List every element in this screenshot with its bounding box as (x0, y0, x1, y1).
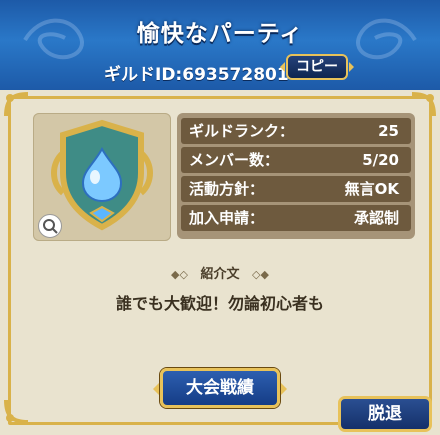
party-title: 愉快なパーティ (136, 21, 304, 47)
corner-ornament-tl (4, 92, 29, 117)
header-bar: 愉快なパーティ ギルドID:693572801 コピー (0, 0, 440, 90)
diamond-ornament-icon: ◇◆ (252, 268, 269, 281)
corner-ornament-bl (4, 399, 29, 424)
diamond-ornament-icon: ◆◇ (171, 268, 188, 281)
info-row-policy: 活動方針： 無言OK (181, 176, 411, 202)
guild-detail-panel: ギルドランク： 25 メンバー数： 5/20 活動方針： 無言OK 加入申請： … (0, 90, 440, 435)
info-value: 承認制 (353, 209, 399, 227)
info-label: 加入申請： (189, 209, 265, 227)
info-value: 5/20 (362, 151, 399, 169)
info-label: ギルドランク： (189, 122, 295, 140)
intro-text: 誰でも大歓迎！勿論初心者も (115, 294, 324, 313)
info-label: メンバー数： (189, 151, 280, 169)
info-label: 活動方針： (189, 180, 265, 198)
copy-button[interactable]: コピー (280, 54, 354, 80)
info-row-rank: ギルドランク： 25 (181, 118, 411, 144)
magnifier-icon[interactable] (38, 214, 62, 238)
info-row-members: メンバー数： 5/20 (181, 147, 411, 173)
info-value: 無言OK (344, 180, 399, 198)
intro-heading: 紹介文 (200, 267, 240, 282)
intro-heading-row: ◆◇ 紹介文 ◇◆ (0, 263, 440, 282)
guild-info-box: ギルドランク： 25 メンバー数： 5/20 活動方針： 無言OK 加入申請： … (177, 113, 415, 239)
info-value: 25 (378, 122, 399, 140)
guild-id: ギルドID:693572801 (104, 65, 289, 85)
tournament-results-button[interactable]: 大会戦績 (153, 368, 287, 408)
leave-guild-button[interactable]: 脱退 (338, 396, 432, 432)
info-row-application: 加入申請： 承認制 (181, 205, 411, 231)
